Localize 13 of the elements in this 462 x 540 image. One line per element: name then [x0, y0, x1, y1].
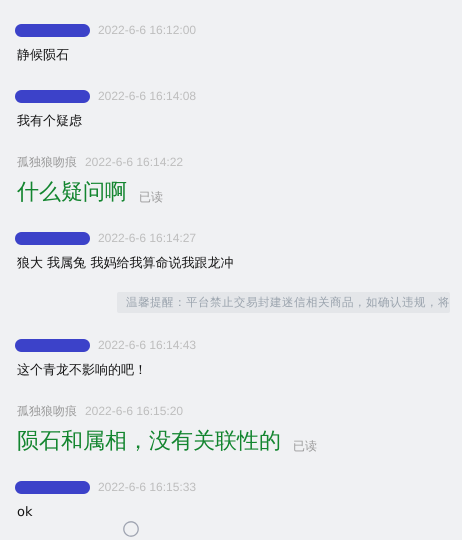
message-text: 静候陨石	[17, 47, 69, 65]
message-text: 我有个疑虑	[17, 113, 82, 131]
message-text: 这个青龙不影响的吧！	[17, 362, 147, 380]
message-text: ok	[17, 504, 32, 522]
read-status: 已读	[139, 189, 163, 206]
notice-banner: 温馨提醒：平台禁止交易封建迷信相关商品，如确认违规，将	[117, 292, 450, 313]
sender-name: 孤独狼吻痕	[17, 154, 77, 170]
read-status: 已读	[293, 438, 317, 455]
circle-cursor-icon	[123, 521, 139, 537]
sender-name: 孤独狼吻痕	[17, 402, 77, 420]
message-text: 狼大 我属兔 我妈给我算命说我跟龙冲	[17, 255, 234, 273]
message-text: 什么疑问啊	[17, 179, 127, 207]
message-text: 陨石和属相，没有关联性的	[17, 428, 281, 456]
